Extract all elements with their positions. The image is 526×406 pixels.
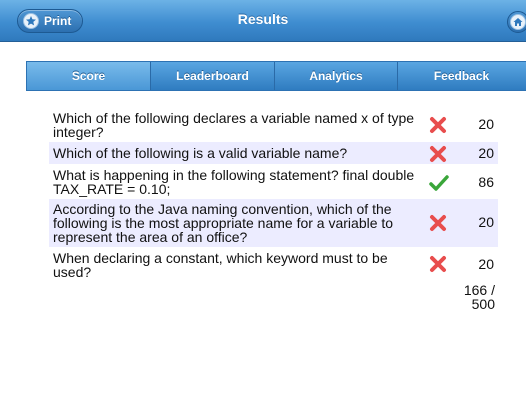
question-text: What is happening in the following state… xyxy=(53,167,415,197)
result-row: Which of the following is a valid variab… xyxy=(49,142,498,164)
question-score: 20 xyxy=(478,145,494,161)
page-title: Results xyxy=(237,11,289,27)
result-row: What is happening in the following state… xyxy=(49,166,498,198)
result-row: Which of the following declares a variab… xyxy=(49,109,498,139)
tab-leaderboard[interactable]: Leaderboard xyxy=(151,62,275,90)
cross-icon xyxy=(429,214,447,234)
total-score: 166 / 500 xyxy=(463,282,495,312)
question-text: Which of the following is a valid variab… xyxy=(53,145,348,161)
question-score: 20 xyxy=(478,214,494,230)
question-text: When declaring a constant, which keyword… xyxy=(53,250,388,280)
header-bar: Print Results xyxy=(0,0,526,42)
home-icon xyxy=(510,14,526,30)
result-row: When declaring a constant, which keyword… xyxy=(49,249,498,279)
home-button[interactable] xyxy=(507,11,526,33)
question-score: 20 xyxy=(478,256,494,272)
check-icon xyxy=(429,174,449,194)
question-text: Which of the following declares a variab… xyxy=(53,110,415,140)
tab-score[interactable]: Score xyxy=(27,62,151,90)
cross-icon xyxy=(429,116,447,136)
tab-feedback[interactable]: Feedback xyxy=(398,62,525,90)
question-text: According to the Java naming convention,… xyxy=(53,201,394,245)
question-score: 20 xyxy=(478,116,494,132)
cross-icon xyxy=(429,145,447,165)
cross-icon xyxy=(429,255,447,275)
tab-bar: Score Leaderboard Analytics Feedback xyxy=(26,61,526,91)
tab-analytics[interactable]: Analytics xyxy=(275,62,398,90)
result-row: According to the Java naming convention,… xyxy=(49,199,498,247)
question-score: 86 xyxy=(478,174,494,190)
